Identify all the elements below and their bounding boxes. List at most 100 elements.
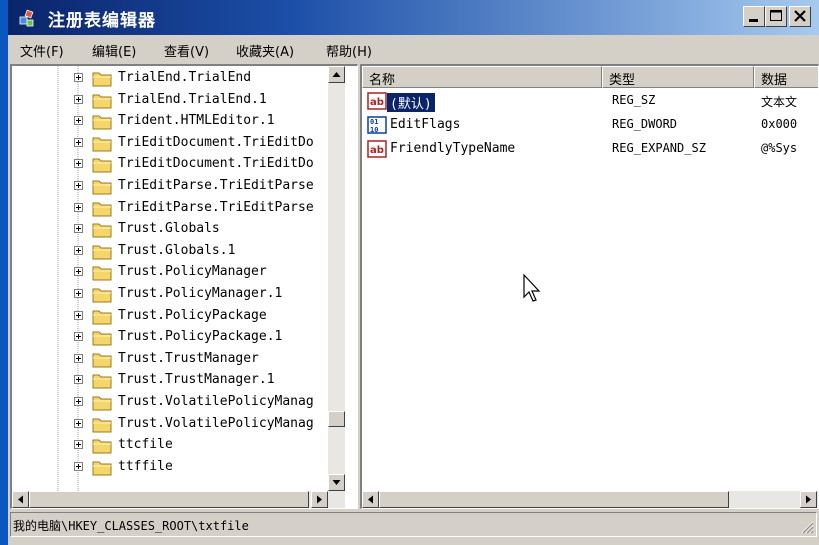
- expand-plus-icon[interactable]: [74, 94, 83, 104]
- tree-scroll-thumb[interactable]: [328, 411, 345, 427]
- arrow-left-icon: [18, 495, 23, 504]
- menu-view[interactable]: 查看(V): [164, 41, 209, 60]
- tree-item[interactable]: Trust.Globals.1: [12, 241, 342, 262]
- menu-edit[interactable]: 编辑(E): [92, 41, 136, 60]
- tree-item[interactable]: TrialEnd.TrialEnd.1: [12, 90, 342, 111]
- value-row[interactable]: ab FriendlyTypeName REG_EXPAND_SZ @%Sys: [362, 138, 818, 160]
- key-tree-pane[interactable]: TrialEnd.TrialEnd TrialEnd.TrialEnd.1 Trid…: [10, 64, 358, 509]
- folder-icon: [92, 439, 112, 454]
- expand-plus-icon[interactable]: [74, 267, 83, 277]
- expand-plus-icon[interactable]: [74, 137, 83, 147]
- expand-plus-icon[interactable]: [74, 202, 83, 212]
- tree-item[interactable]: TrialEnd.TrialEnd: [12, 68, 342, 89]
- value-row[interactable]: ab (默认) REG_SZ 文本文: [362, 90, 818, 112]
- scroll-up-button[interactable]: [328, 66, 345, 83]
- tree-item[interactable]: Trust.TrustManager: [12, 349, 342, 370]
- tree-item[interactable]: Trust.VolatilePolicyManag: [12, 392, 342, 413]
- expand-plus-icon[interactable]: [74, 397, 83, 406]
- expand-plus-icon[interactable]: [74, 375, 83, 385]
- scroll-right-button[interactable]: [311, 491, 328, 508]
- tree-item-label: Trust.PolicyManager: [118, 264, 267, 280]
- tree-item-label: Trust.VolatilePolicyManag: [118, 415, 314, 431]
- status-bar: 我的电脑\HKEY_CLASSES_ROOT\txtfile: [10, 512, 817, 537]
- folder-icon: [92, 115, 112, 130]
- expand-plus-icon[interactable]: [74, 224, 83, 234]
- value-name[interactable]: FriendlyTypeName: [387, 141, 518, 156]
- scroll-down-button[interactable]: [328, 474, 345, 491]
- menu-help[interactable]: 帮助(H): [326, 41, 372, 60]
- list-scroll-right-button[interactable]: [800, 491, 817, 508]
- tree-item-label: Trust.PolicyManager.1: [118, 286, 283, 301]
- value-type: REG_DWORD: [612, 117, 678, 131]
- expand-plus-icon[interactable]: [74, 418, 83, 428]
- expand-plus-icon[interactable]: [74, 353, 83, 363]
- expand-plus-icon[interactable]: [74, 245, 83, 255]
- tree-item-label: Trust.Globals: [118, 221, 220, 237]
- close-button[interactable]: [789, 6, 811, 27]
- folder-icon: [92, 461, 112, 476]
- minimize-button[interactable]: [743, 6, 765, 27]
- tree-hscroll-thumb[interactable]: [29, 491, 309, 508]
- value-row[interactable]: 01 10 EditFlags REG_DWORD 0x000: [362, 114, 818, 136]
- tree-item[interactable]: Trust.PolicyManager.1: [12, 284, 342, 305]
- tree-item[interactable]: ttffile: [12, 457, 342, 478]
- value-name[interactable]: EditFlags: [387, 117, 463, 132]
- column-header-type[interactable]: 类型: [602, 66, 754, 88]
- value-data: 0x000: [761, 117, 798, 131]
- arrow-right-icon: [806, 495, 811, 504]
- title-bar[interactable]: 注册表编辑器: [8, 0, 819, 35]
- tree-item[interactable]: Trust.PolicyPackage: [12, 306, 342, 327]
- tree-item[interactable]: TriEditDocument.TriEditDo: [12, 133, 342, 154]
- maximize-button[interactable]: [765, 6, 787, 27]
- value-list-pane[interactable]: 名称 类型 数据 ab (默认) REG_SZ 文本文 01 10 EditFlags REG…: [360, 64, 819, 509]
- tree-item[interactable]: Trust.PolicyManager: [12, 262, 342, 283]
- tree-vertical-scrollbar[interactable]: [328, 66, 345, 491]
- expand-plus-icon[interactable]: [74, 289, 83, 298]
- tree-item-label: TriEditParse.TriEditParse: [118, 199, 314, 215]
- value-name[interactable]: (默认): [387, 93, 435, 112]
- arrow-down-icon: [332, 480, 341, 485]
- tree-item[interactable]: Trust.VolatilePolicyManag: [12, 414, 342, 435]
- tree-item[interactable]: TriEditDocument.TriEditDo: [12, 154, 342, 175]
- tree-item[interactable]: Trust.Globals: [12, 219, 342, 240]
- value-data: 文本文: [761, 95, 798, 109]
- tree-item[interactable]: ttcfile: [12, 435, 342, 456]
- tree-item-label: TriEditParse.TriEditParse: [118, 178, 314, 193]
- value-type: REG_EXPAND_SZ: [612, 141, 706, 155]
- folder-icon: [92, 223, 112, 238]
- expand-plus-icon[interactable]: [74, 461, 83, 471]
- menu-file[interactable]: 文件(F): [20, 41, 64, 60]
- folder-icon: [92, 202, 112, 217]
- expand-plus-icon[interactable]: [74, 440, 83, 450]
- tree-item-label: Trust.Globals.1: [118, 242, 236, 258]
- tree-item[interactable]: Trust.TrustManager.1: [12, 370, 342, 391]
- tree-item[interactable]: TriEditParse.TriEditParse: [12, 198, 342, 219]
- status-path: 我的电脑\HKEY_CLASSES_ROOT\txtfile: [13, 519, 249, 533]
- tree-item[interactable]: TriEditParse.TriEditParse: [12, 176, 342, 197]
- folder-icon: [92, 353, 112, 368]
- list-hscroll-thumb[interactable]: [379, 491, 729, 508]
- expand-plus-icon[interactable]: [74, 332, 83, 342]
- tree-item[interactable]: Trident.HTMLEditor.1: [12, 111, 342, 132]
- expand-plus-icon[interactable]: [74, 73, 83, 82]
- value-data: @%Sys: [761, 141, 798, 155]
- window-title: 注册表编辑器: [48, 11, 156, 31]
- list-scroll-left-button[interactable]: [362, 491, 379, 508]
- expand-plus-icon[interactable]: [74, 181, 83, 190]
- resize-grip-icon[interactable]: [800, 520, 814, 534]
- tree-item[interactable]: Trust.PolicyPackage.1: [12, 327, 342, 348]
- tree-item-label: Trust.TrustManager.1: [118, 372, 275, 388]
- expand-plus-icon[interactable]: [74, 310, 83, 320]
- expand-plus-icon[interactable]: [74, 159, 83, 169]
- tree-item-label: ttffile: [118, 458, 173, 474]
- folder-icon: [92, 94, 112, 109]
- expand-plus-icon[interactable]: [74, 116, 83, 126]
- column-header-name[interactable]: 名称: [362, 66, 602, 88]
- list-horizontal-scrollbar[interactable]: [362, 491, 818, 508]
- tree-horizontal-scrollbar[interactable]: [12, 491, 345, 508]
- column-header-data[interactable]: 数据: [754, 66, 818, 88]
- menu-favorites[interactable]: 收藏夹(A): [236, 41, 294, 60]
- scroll-left-button[interactable]: [12, 491, 29, 508]
- tree-item-label: TriEditDocument.TriEditDo: [118, 134, 314, 150]
- registry-editor-icon: [19, 9, 34, 27]
